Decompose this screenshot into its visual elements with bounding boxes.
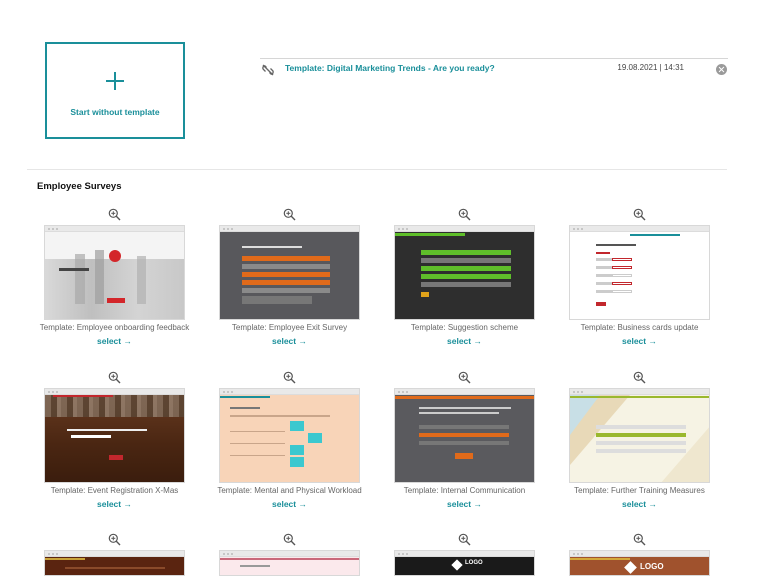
template-preview[interactable] — [569, 225, 710, 320]
template-card: LOGO — [394, 533, 569, 576]
template-preview[interactable] — [219, 550, 360, 576]
zoom-icon[interactable] — [633, 533, 646, 546]
template-name: Template: Suggestion scheme — [410, 323, 519, 332]
select-link[interactable]: select → — [263, 336, 316, 346]
zoom-icon[interactable] — [458, 533, 471, 546]
template-preview[interactable] — [219, 225, 360, 320]
template-name: Template: Employee onboarding feedback — [39, 323, 190, 332]
template-card: Template: Employee Exit Survey select → — [219, 208, 394, 358]
template-preview[interactable] — [44, 388, 185, 483]
select-link[interactable]: select → — [263, 499, 316, 509]
select-link[interactable]: select → — [438, 499, 491, 509]
template-preview[interactable] — [394, 388, 535, 483]
template-preview[interactable] — [569, 388, 710, 483]
template-card — [44, 533, 219, 576]
template-card: Template: Business cards update select → — [569, 208, 744, 358]
select-link[interactable]: select → — [613, 336, 666, 346]
template-card: Template: Internal Communication select … — [394, 371, 569, 521]
zoom-icon[interactable] — [108, 208, 121, 221]
template-preview[interactable]: LOGO — [569, 550, 710, 576]
template-name: Template: Employee Exit Survey — [231, 323, 348, 332]
template-preview[interactable] — [44, 550, 185, 576]
zoom-icon[interactable] — [633, 371, 646, 384]
thumb-logo-text: LOGO — [465, 560, 483, 566]
template-name: Template: Event Registration X-Mas — [50, 486, 179, 495]
template-name: Template: Further Training Measures — [574, 486, 705, 495]
zoom-icon[interactable] — [633, 208, 646, 221]
select-link[interactable]: select → — [88, 499, 141, 509]
template-card: Template: Mental and Physical Workload s… — [217, 371, 394, 521]
thumb-logo-text: LOGO — [640, 562, 664, 571]
logo-mark — [624, 561, 637, 574]
template-card: LOGO — [569, 533, 744, 576]
template-card: Template: Further Training Measures sele… — [569, 371, 744, 521]
template-preview[interactable] — [394, 225, 535, 320]
template-card: Template: Event Registration X-Mas selec… — [44, 371, 219, 521]
zoom-icon[interactable] — [458, 208, 471, 221]
zoom-icon[interactable] — [108, 533, 121, 546]
template-card: Template: Suggestion scheme select → — [394, 208, 569, 358]
select-link[interactable]: select → — [88, 336, 141, 346]
zoom-icon[interactable] — [283, 371, 296, 384]
template-grid: Template: Employee onboarding feedback s… — [0, 0, 768, 576]
template-name: Template: Mental and Physical Workload — [217, 486, 362, 495]
template-name: Template: Business cards update — [580, 323, 699, 332]
template-preview[interactable] — [219, 388, 360, 483]
zoom-icon[interactable] — [458, 371, 471, 384]
zoom-icon[interactable] — [283, 533, 296, 546]
template-name: Template: Internal Communication — [403, 486, 526, 495]
template-card — [219, 533, 394, 576]
logo-mark — [451, 559, 463, 571]
zoom-icon[interactable] — [108, 371, 121, 384]
template-preview[interactable] — [44, 225, 185, 320]
select-link[interactable]: select → — [438, 336, 491, 346]
template-card: Template: Employee onboarding feedback s… — [40, 208, 219, 358]
zoom-icon[interactable] — [283, 208, 296, 221]
select-link[interactable]: select → — [613, 499, 666, 509]
template-preview[interactable]: LOGO — [394, 550, 535, 576]
